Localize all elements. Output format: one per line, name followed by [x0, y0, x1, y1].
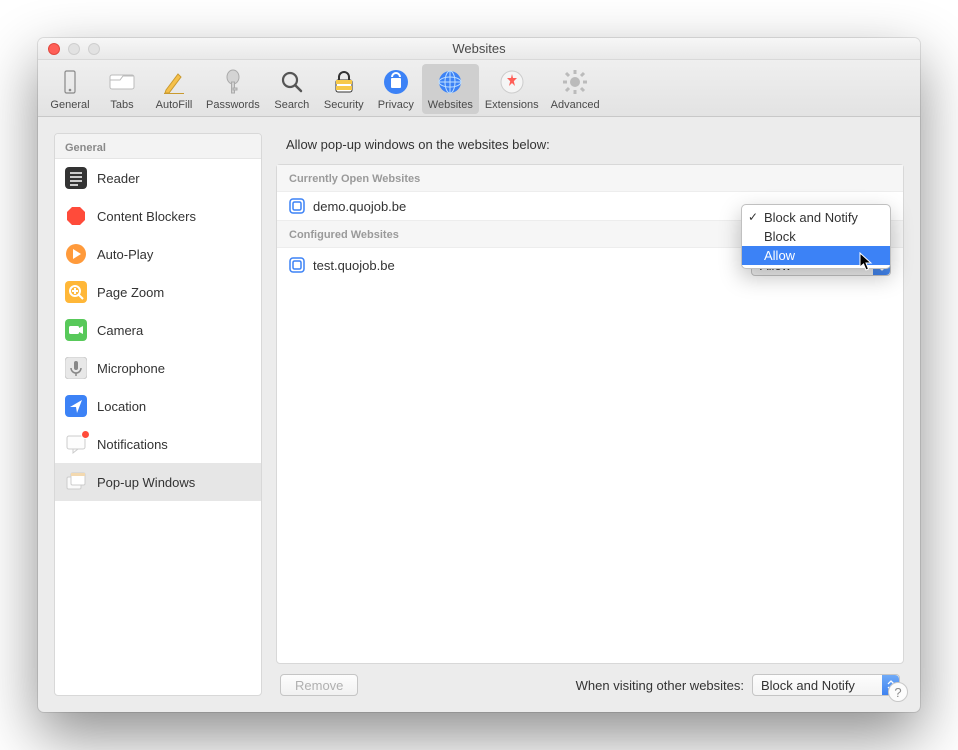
toolbar-advanced[interactable]: Advanced	[545, 64, 606, 114]
notification-badge-icon	[81, 430, 90, 439]
camera-icon	[65, 319, 87, 341]
dropdown-option-label: Allow	[764, 248, 795, 263]
sidebar-item-label: Location	[97, 399, 146, 414]
notifications-icon	[65, 433, 87, 455]
toolbar-passwords[interactable]: Passwords	[200, 64, 266, 114]
toolbar-privacy[interactable]: Privacy	[370, 64, 422, 114]
content-blockers-icon	[65, 205, 87, 227]
microphone-icon	[65, 357, 87, 379]
checkmark-icon: ✓	[748, 210, 758, 224]
website-favicon-icon	[289, 198, 305, 214]
minimize-window-button[interactable]	[68, 43, 80, 55]
toolbar-websites[interactable]: Websites	[422, 64, 479, 114]
window-body: General Reader Content Blockers Auto-Pla…	[38, 117, 920, 712]
dropdown-option-block-and-notify[interactable]: ✓ Block and Notify	[742, 208, 890, 227]
page-zoom-icon	[65, 281, 87, 303]
permission-dropdown: ✓ Block and Notify Block Allow	[741, 204, 891, 269]
privacy-icon	[380, 66, 412, 98]
sidebar-item-pop-up-windows[interactable]: Pop-up Windows	[55, 463, 261, 501]
websites-icon	[434, 66, 466, 98]
general-icon	[54, 66, 86, 98]
location-icon	[65, 395, 87, 417]
toolbar-general[interactable]: General	[44, 64, 96, 114]
remove-button-label: Remove	[295, 678, 343, 693]
toolbar-search[interactable]: Search	[266, 64, 318, 114]
preferences-window: Websites General Tabs AutoFill Pass	[38, 38, 920, 712]
help-button[interactable]: ?	[888, 682, 908, 702]
titlebar: Websites	[38, 38, 920, 60]
remove-button[interactable]: Remove	[280, 674, 358, 696]
sidebar-item-auto-play[interactable]: Auto-Play	[55, 235, 261, 273]
sidebar-item-label: Page Zoom	[97, 285, 164, 300]
toolbar-extensions-label: Extensions	[485, 99, 539, 111]
window-title: Websites	[38, 41, 920, 56]
search-icon	[276, 66, 308, 98]
sidebar-item-label: Microphone	[97, 361, 165, 376]
sidebar-header: General	[55, 134, 261, 159]
toolbar-autofill-label: AutoFill	[156, 99, 193, 111]
select-value: Block and Notify	[761, 678, 855, 693]
website-favicon-icon	[289, 257, 305, 273]
sidebar: General Reader Content Blockers Auto-Pla…	[54, 133, 262, 696]
sidebar-item-camera[interactable]: Camera	[55, 311, 261, 349]
sidebar-item-label: Pop-up Windows	[97, 475, 195, 490]
toolbar-privacy-label: Privacy	[378, 99, 414, 111]
dropdown-option-label: Block and Notify	[764, 210, 858, 225]
sidebar-item-label: Content Blockers	[97, 209, 196, 224]
toolbar-websites-label: Websites	[428, 99, 473, 111]
footer-row: Remove When visiting other websites: Blo…	[276, 664, 904, 696]
sidebar-item-label: Reader	[97, 171, 140, 186]
default-policy-label: When visiting other websites:	[576, 678, 744, 693]
preferences-toolbar: General Tabs AutoFill Passwords Search	[38, 60, 920, 117]
default-policy-select[interactable]: Block and Notify	[752, 674, 900, 696]
sidebar-item-label: Camera	[97, 323, 143, 338]
toolbar-advanced-label: Advanced	[551, 99, 600, 111]
toolbar-tabs[interactable]: Tabs	[96, 64, 148, 114]
website-row[interactable]: demo.quojob.be ✓ Block and Notify Block	[277, 192, 903, 220]
security-icon	[328, 66, 360, 98]
sidebar-item-label: Notifications	[97, 437, 168, 452]
toolbar-extensions[interactable]: Extensions	[479, 64, 545, 114]
toolbar-security-label: Security	[324, 99, 364, 111]
extensions-icon	[496, 66, 528, 98]
toolbar-autofill[interactable]: AutoFill	[148, 64, 200, 114]
advanced-icon	[559, 66, 591, 98]
toolbar-passwords-label: Passwords	[206, 99, 260, 111]
websites-list: Currently Open Websites demo.quojob.be ✓…	[276, 164, 904, 664]
passwords-icon	[217, 66, 249, 98]
sidebar-item-page-zoom[interactable]: Page Zoom	[55, 273, 261, 311]
section-header-open: Currently Open Websites	[277, 165, 903, 192]
toolbar-general-label: General	[50, 99, 89, 111]
zoom-window-button[interactable]	[88, 43, 100, 55]
traffic-lights	[38, 43, 100, 55]
dropdown-option-allow[interactable]: Allow	[742, 246, 890, 265]
close-window-button[interactable]	[48, 43, 60, 55]
autofill-icon	[158, 66, 190, 98]
sidebar-item-notifications[interactable]: Notifications	[55, 425, 261, 463]
auto-play-icon	[65, 243, 87, 265]
dropdown-option-label: Block	[764, 229, 796, 244]
dropdown-option-block[interactable]: Block	[742, 227, 890, 246]
sidebar-item-content-blockers[interactable]: Content Blockers	[55, 197, 261, 235]
toolbar-security[interactable]: Security	[318, 64, 370, 114]
help-icon: ?	[894, 685, 901, 700]
main-title: Allow pop-up windows on the websites bel…	[276, 133, 904, 164]
tabs-icon	[106, 66, 138, 98]
pop-up-windows-icon	[65, 471, 87, 493]
sidebar-item-location[interactable]: Location	[55, 387, 261, 425]
toolbar-search-label: Search	[274, 99, 309, 111]
sidebar-item-microphone[interactable]: Microphone	[55, 349, 261, 387]
website-name: test.quojob.be	[313, 258, 743, 273]
reader-icon	[65, 167, 87, 189]
toolbar-tabs-label: Tabs	[110, 99, 133, 111]
sidebar-item-label: Auto-Play	[97, 247, 153, 262]
main-panel: Allow pop-up windows on the websites bel…	[276, 133, 904, 696]
sidebar-item-reader[interactable]: Reader	[55, 159, 261, 197]
